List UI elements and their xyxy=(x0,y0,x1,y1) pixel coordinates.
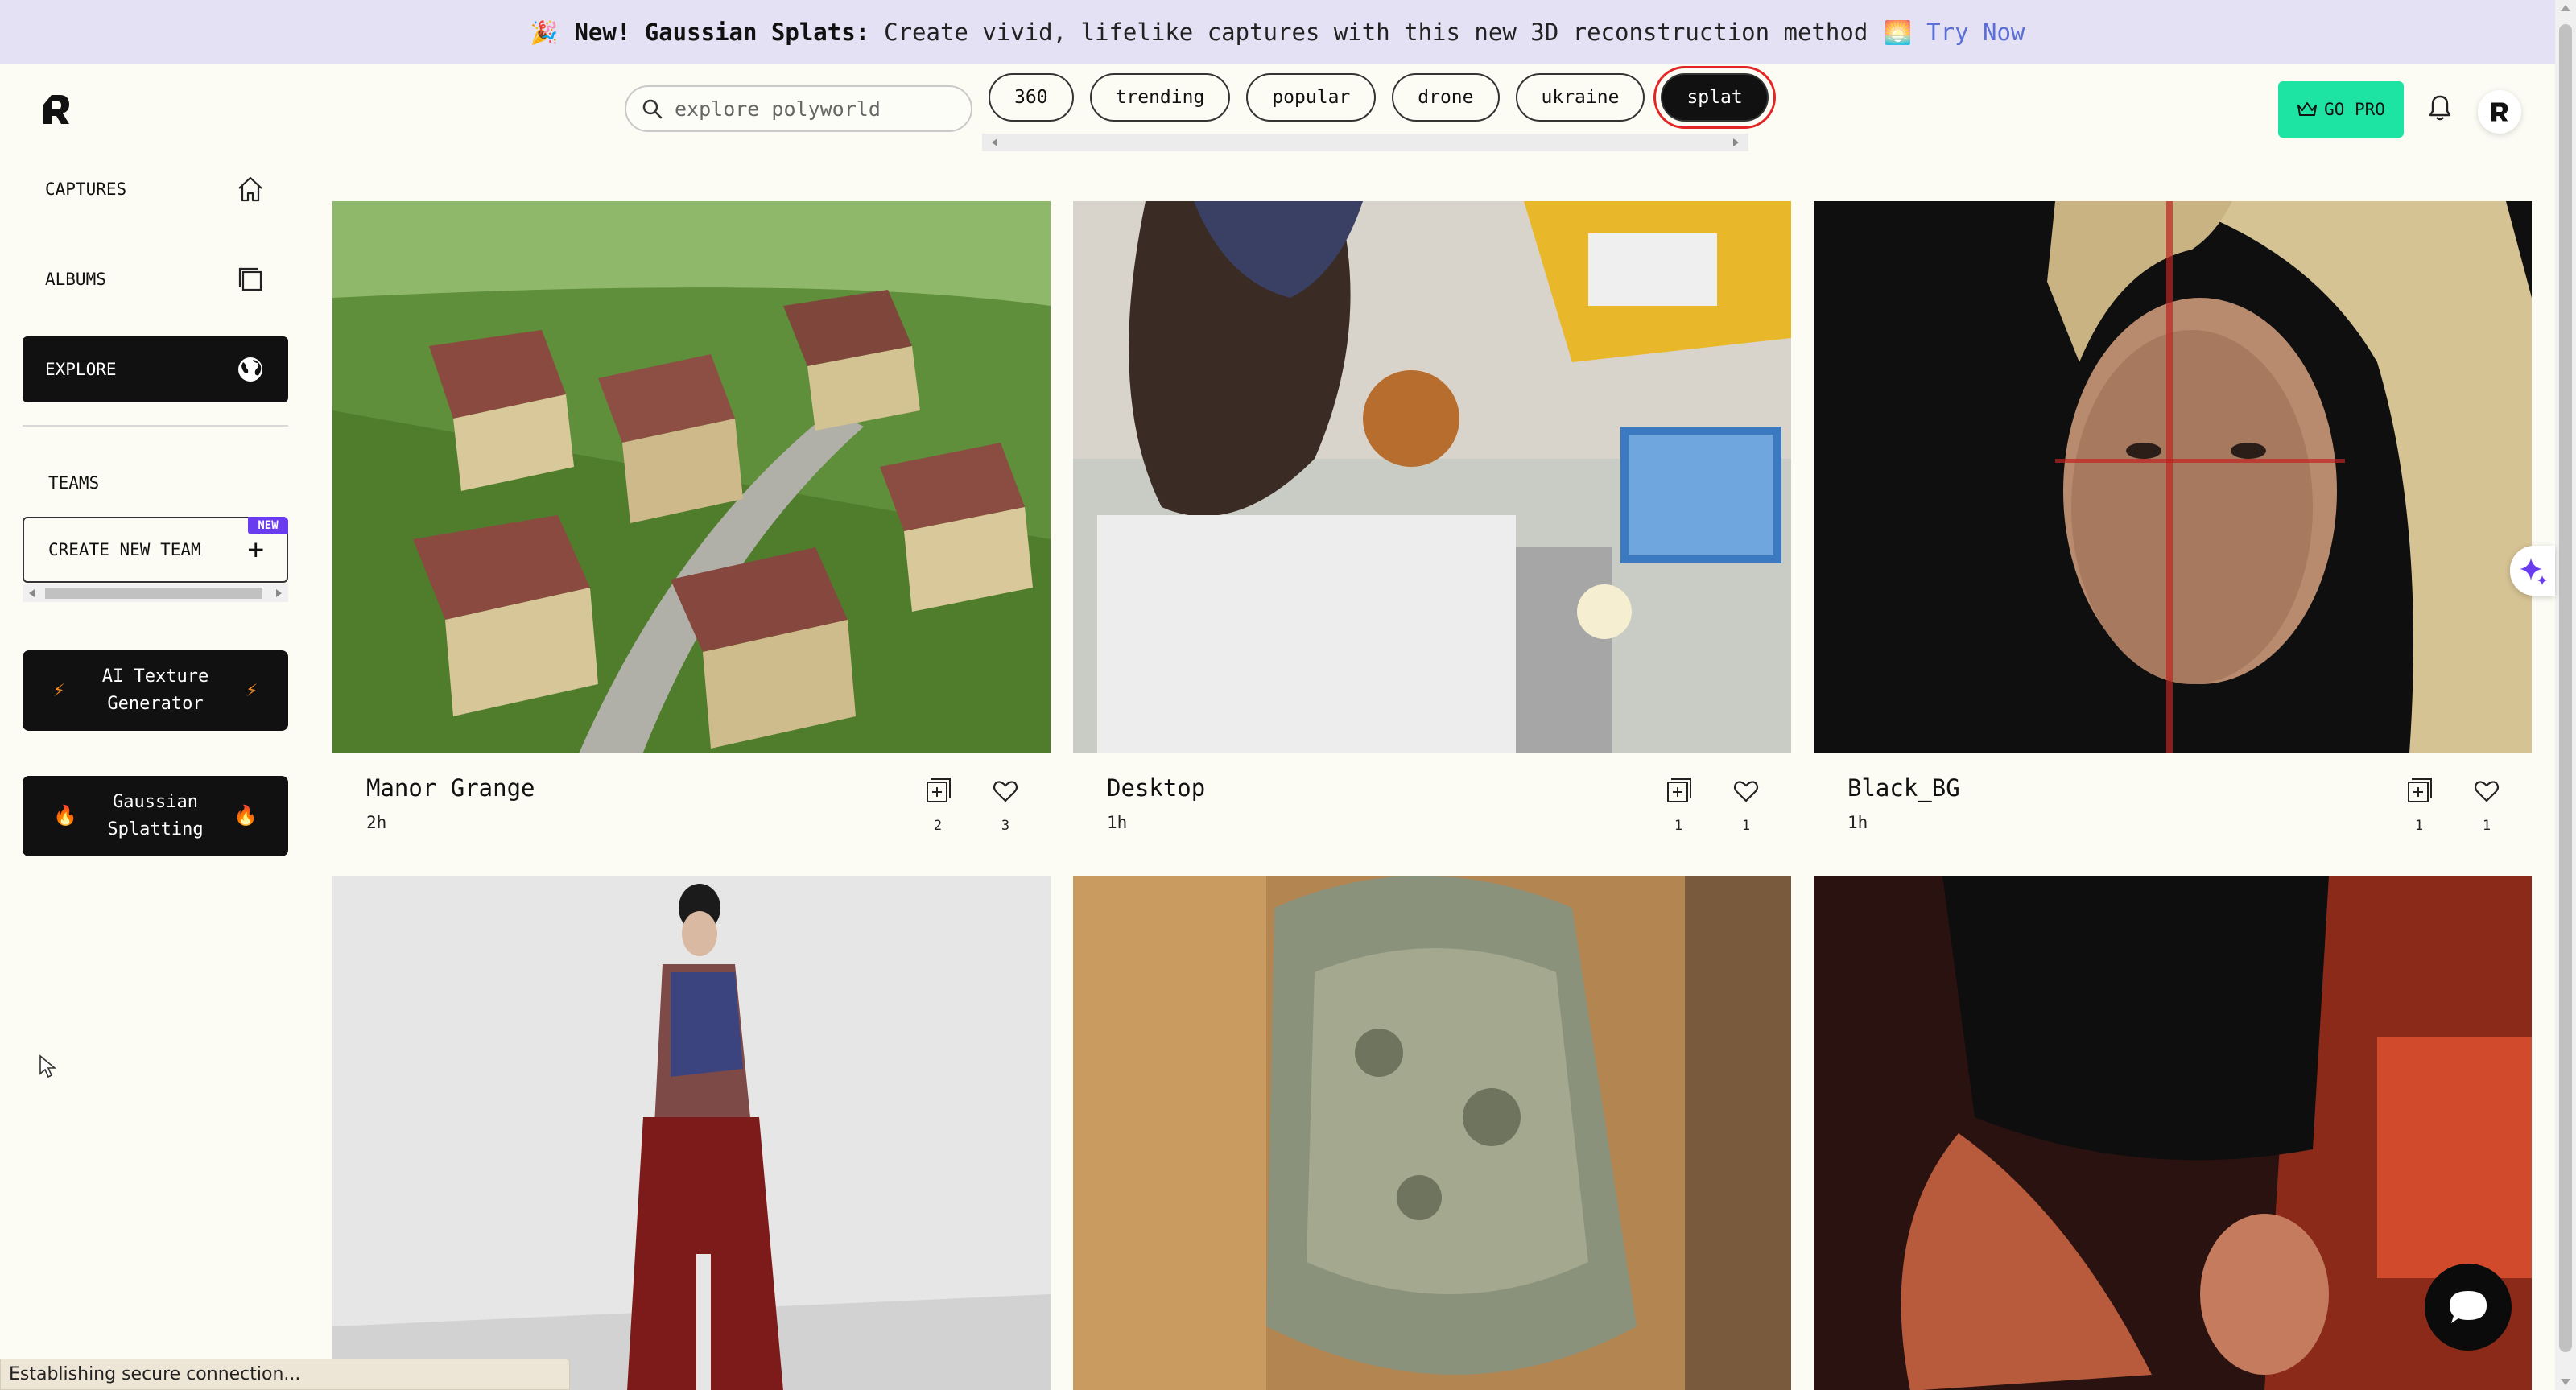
go-pro-label: GO PRO xyxy=(2324,100,2385,119)
teams-scrollbar[interactable] xyxy=(23,584,288,602)
scroll-left-arrow-icon[interactable] xyxy=(29,589,35,597)
scroll-down-arrow-icon[interactable] xyxy=(2561,1379,2570,1385)
user-avatar[interactable] xyxy=(2478,90,2521,134)
create-team-label: CREATE NEW TEAM xyxy=(48,540,201,559)
teams-heading: TEAMS xyxy=(48,473,100,493)
sidebar-item-label: CAPTURES xyxy=(45,179,127,199)
avatar-logo-icon xyxy=(2491,102,2508,122)
sidebar-item-explore[interactable]: EXPLORE xyxy=(23,336,288,402)
mouse-cursor-icon xyxy=(39,1054,57,1082)
card-thumbnail[interactable] xyxy=(332,876,1051,1390)
sunrise-icon: 🌅 xyxy=(1884,19,1913,46)
card-title[interactable]: Black_BG xyxy=(1847,774,1960,802)
feature-label-line2: Splatting xyxy=(107,819,204,839)
crown-icon xyxy=(2297,102,2318,116)
scroll-right-arrow-icon[interactable] xyxy=(276,589,282,597)
like-button[interactable]: 3 xyxy=(989,777,1022,834)
add-to-album-icon xyxy=(1667,778,1691,802)
flame-icon: 🔥 xyxy=(233,804,258,827)
heart-icon xyxy=(1733,781,1759,802)
feature-label-line1: Gaussian xyxy=(113,791,198,812)
chip-drone[interactable]: drone xyxy=(1392,73,1500,122)
like-button[interactable]: 1 xyxy=(1730,777,1762,834)
like-count: 3 xyxy=(1001,818,1010,834)
banner-text: Create vivid, lifelike captures with thi… xyxy=(884,19,1868,46)
party-icon: 🎉 xyxy=(530,19,559,46)
add-to-album-icon xyxy=(927,778,951,802)
card-thumbnail[interactable] xyxy=(1073,876,1791,1390)
globe-icon xyxy=(238,357,262,382)
card-thumbnail[interactable] xyxy=(332,201,1051,753)
announcement-banner: 🎉 New! Gaussian Splats: Create vivid, li… xyxy=(0,0,2555,64)
home-icon xyxy=(238,176,262,202)
like-button[interactable]: 1 xyxy=(2471,777,2503,834)
heart-icon xyxy=(2474,781,2500,802)
chips-scrollbar[interactable] xyxy=(982,134,1748,151)
add-count: 1 xyxy=(1674,818,1683,834)
add-count: 2 xyxy=(933,818,943,834)
card-title[interactable]: Manor Grange xyxy=(366,774,535,802)
add-to-album-icon xyxy=(2408,778,2432,802)
scroll-up-arrow-icon[interactable] xyxy=(2561,5,2570,11)
chip-popular[interactable]: popular xyxy=(1246,73,1377,122)
add-to-album-button[interactable]: 1 xyxy=(2403,777,2435,834)
ai-texture-generator-button[interactable]: ⚡ AI Texture Generator ⚡ xyxy=(23,650,288,731)
search-bar[interactable] xyxy=(625,85,972,132)
add-count: 1 xyxy=(2414,818,2424,834)
scrollbar-thumb[interactable] xyxy=(2559,24,2572,1352)
sidebar-divider xyxy=(23,425,288,427)
chip-ukraine[interactable]: ukraine xyxy=(1515,73,1645,122)
page-scrollbar[interactable] xyxy=(2555,0,2576,1390)
card-thumbnail[interactable] xyxy=(1073,201,1791,753)
like-count: 1 xyxy=(1741,818,1751,834)
like-count: 1 xyxy=(2482,818,2491,834)
card-time: 1h xyxy=(1847,813,1868,832)
scroll-left-arrow-icon[interactable] xyxy=(992,138,997,146)
scrollbar-thumb[interactable] xyxy=(45,588,262,599)
card-thumbnail[interactable] xyxy=(1814,876,2532,1390)
category-chips: 360 trending popular drone ukraine splat xyxy=(989,66,1776,129)
sidebar-item-label: EXPLORE xyxy=(45,360,117,379)
add-to-album-button[interactable]: 2 xyxy=(922,777,954,834)
search-input[interactable] xyxy=(675,97,948,121)
chat-bubble-icon xyxy=(2450,1291,2487,1323)
new-badge: NEW xyxy=(248,517,288,534)
bolt-icon: ⚡ xyxy=(246,679,258,702)
card-thumbnail[interactable] xyxy=(1814,201,2532,753)
try-now-link[interactable]: Try Now xyxy=(1926,19,2025,46)
chip-splat[interactable]: splat xyxy=(1653,66,1776,129)
flame-icon: 🔥 xyxy=(53,804,77,827)
chip-360[interactable]: 360 xyxy=(989,73,1074,122)
sidebar-item-albums[interactable]: ALBUMS xyxy=(23,246,288,312)
go-pro-button[interactable]: GO PRO xyxy=(2278,81,2404,138)
banner-headline: New! Gaussian Splats: xyxy=(574,19,870,46)
sidebar-item-label: ALBUMS xyxy=(45,270,106,289)
notifications-bell-icon[interactable] xyxy=(2426,93,2454,122)
search-icon xyxy=(642,99,663,119)
card-title[interactable]: Desktop xyxy=(1107,774,1205,802)
gaussian-splatting-button[interactable]: 🔥 Gaussian Splatting 🔥 xyxy=(23,776,288,856)
scroll-right-arrow-icon[interactable] xyxy=(1733,138,1739,146)
card-time: 1h xyxy=(1107,813,1128,832)
heart-icon xyxy=(993,781,1018,802)
albums-icon xyxy=(238,267,262,291)
feature-label-line2: Generator xyxy=(107,694,204,714)
plus-icon: + xyxy=(247,534,264,566)
browser-status-bar: Establishing secure connection... xyxy=(0,1359,570,1390)
add-to-album-button[interactable]: 1 xyxy=(1662,777,1695,834)
card-time: 2h xyxy=(366,813,387,832)
feature-label-line1: AI Texture xyxy=(101,666,209,687)
chat-support-button[interactable] xyxy=(2425,1264,2512,1351)
sidebar-item-captures[interactable]: CAPTURES xyxy=(23,156,288,222)
bolt-icon: ⚡ xyxy=(53,679,65,702)
chip-trending[interactable]: trending xyxy=(1089,73,1231,122)
polycam-logo-icon[interactable] xyxy=(40,92,72,127)
ai-assistant-sparkle-icon[interactable] xyxy=(2510,546,2555,596)
